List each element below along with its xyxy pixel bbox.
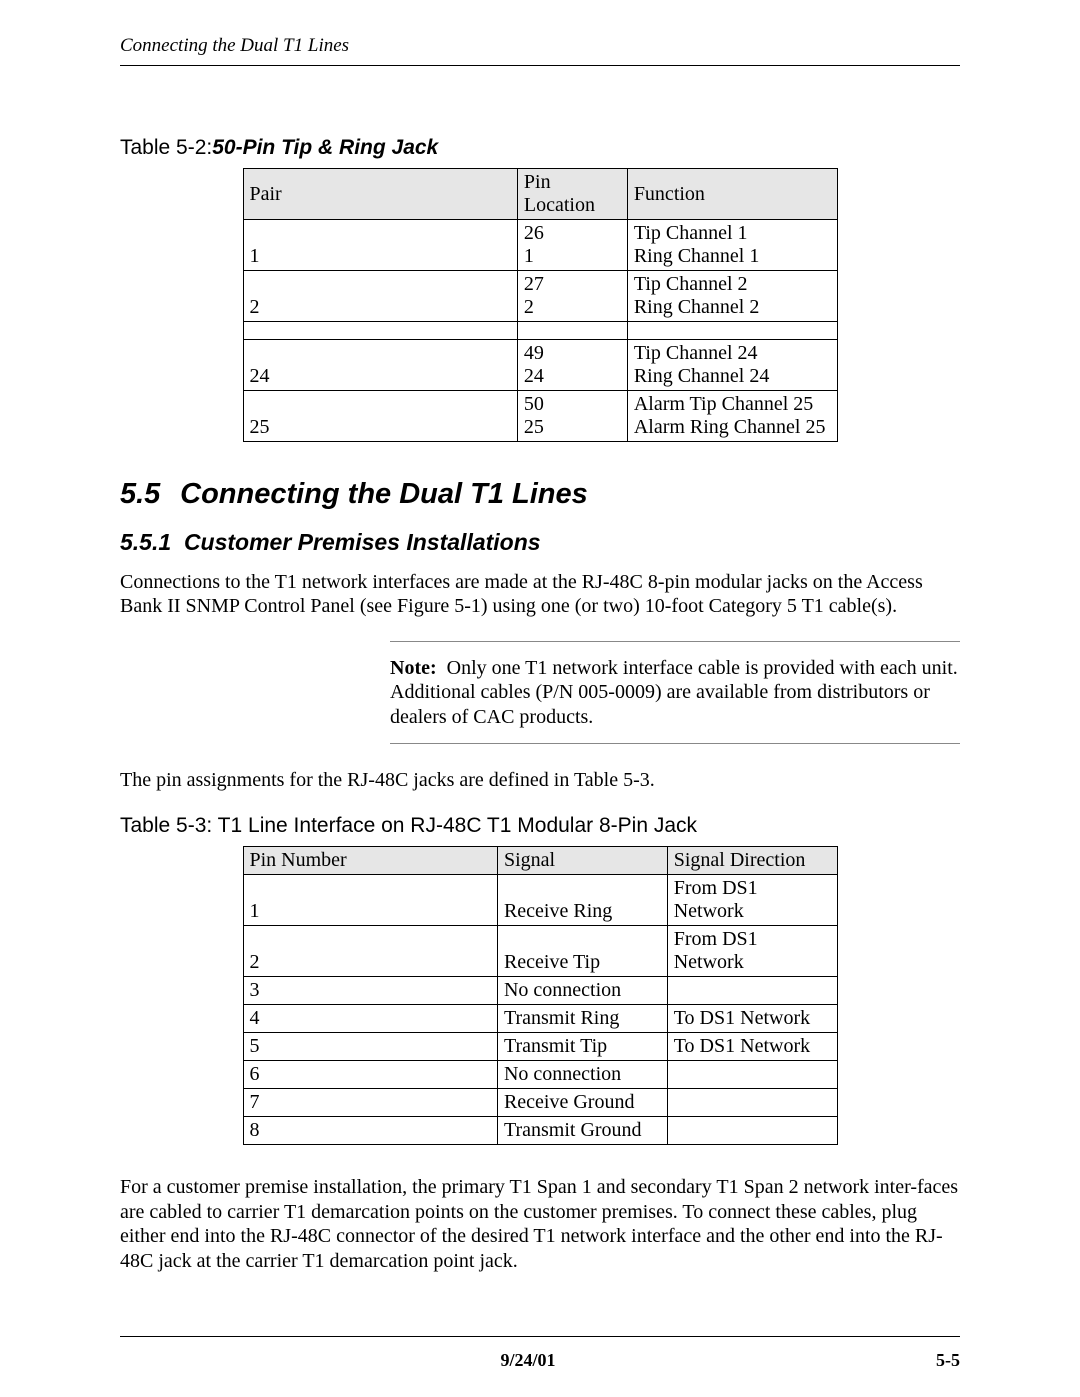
col-header: Function — [627, 169, 837, 220]
table-5-2-title: 50-Pin Tip & Ring Jack — [212, 136, 438, 159]
section-title: Connecting the Dual T1 Lines — [180, 478, 588, 510]
cell: From DS1 Network — [667, 926, 837, 977]
cell — [667, 1061, 837, 1089]
subsection-title: Customer Premises Installations — [184, 529, 541, 555]
cell: 4 — [243, 1005, 497, 1033]
cell: 24 — [524, 365, 544, 387]
rule-note-bottom — [390, 743, 960, 744]
cell: No connection — [497, 977, 667, 1005]
cell: Transmit Ground — [497, 1117, 667, 1145]
table-row: 1Receive RingFrom DS1 Network — [243, 875, 837, 926]
table-row: 2Receive TipFrom DS1 Network — [243, 926, 837, 977]
cell: 6 — [243, 1061, 497, 1089]
table-5-2-caption: Table 5-2:50-Pin Tip & Ring Jack — [120, 136, 960, 160]
body-paragraph: The pin assignments for the RJ-48C jacks… — [120, 768, 960, 792]
subsection-number: 5.5.1 — [120, 529, 171, 555]
cell: 7 — [243, 1089, 497, 1117]
table-5-3: Pin Number Signal Signal Direction 1Rece… — [243, 846, 838, 1145]
cell: From DS1 Network — [667, 875, 837, 926]
table-row: 3No connection — [243, 977, 837, 1005]
note-block: Note: Only one T1 network interface cabl… — [390, 641, 960, 744]
table-row: 4Transmit RingTo DS1 Network — [243, 1005, 837, 1033]
table-row: 1 261 Tip Channel 1Ring Channel 1 — [243, 220, 837, 271]
cell: 2 — [243, 926, 497, 977]
table-row — [243, 322, 837, 340]
table-5-3-title: Table 5-3: T1 Line Interface on RJ-48C T… — [120, 814, 697, 837]
cell: 1 — [250, 245, 260, 267]
cell — [667, 1117, 837, 1145]
table-row: 6No connection — [243, 1061, 837, 1089]
cell: To DS1 Network — [667, 1033, 837, 1061]
cell: 27 — [524, 273, 544, 295]
cell: 1 — [243, 875, 497, 926]
col-header: Signal Direction — [667, 847, 837, 875]
cell: Tip Channel 24 — [634, 342, 758, 364]
cell: Ring Channel 2 — [634, 296, 760, 318]
table-row: 7Receive Ground — [243, 1089, 837, 1117]
cell: Receive Tip — [497, 926, 667, 977]
table-5-3-caption: Table 5-3: T1 Line Interface on RJ-48C T… — [120, 814, 960, 838]
running-header: Connecting the Dual T1 Lines — [120, 35, 960, 57]
cell: Ring Channel 1 — [634, 245, 760, 267]
cell: 5 — [243, 1033, 497, 1061]
footer-page: 5-5 — [936, 1350, 960, 1371]
cell: 2 — [524, 296, 534, 318]
cell: 49 — [524, 342, 544, 364]
note-label: Note: — [390, 657, 437, 679]
cell: 1 — [524, 245, 534, 267]
cell — [667, 977, 837, 1005]
col-header: Pair — [243, 169, 517, 220]
cell: 24 — [250, 365, 270, 387]
note-body: Only one T1 network interface cable is p… — [390, 657, 958, 728]
body-paragraph: For a customer premise installation, the… — [120, 1175, 960, 1273]
cell: Alarm Ring Channel 25 — [634, 416, 826, 438]
cell: 3 — [243, 977, 497, 1005]
cell: Transmit Ring — [497, 1005, 667, 1033]
cell: Receive Ring — [497, 875, 667, 926]
cell: No connection — [497, 1061, 667, 1089]
page-footer: 9/24/01 5-5 — [120, 1350, 960, 1371]
section-number: 5.5 — [120, 478, 164, 511]
table-row: 25 5025 Alarm Tip Channel 25Alarm Ring C… — [243, 391, 837, 442]
table-row: Pair Pin Location Function — [243, 169, 837, 220]
cell: Tip Channel 1 — [634, 222, 748, 244]
rule-bottom — [120, 1336, 960, 1337]
footer-date: 9/24/01 — [500, 1350, 555, 1371]
cell: Tip Channel 2 — [634, 273, 748, 295]
cell: Receive Ground — [497, 1089, 667, 1117]
body-paragraph: Connections to the T1 network interfaces… — [120, 570, 960, 619]
table-row: Pin Number Signal Signal Direction — [243, 847, 837, 875]
cell: 2 — [250, 296, 260, 318]
table-5-2: Pair Pin Location Function 1 261 Tip Cha… — [243, 168, 838, 442]
cell: Ring Channel 24 — [634, 365, 770, 387]
table-row: 24 4924 Tip Channel 24Ring Channel 24 — [243, 340, 837, 391]
cell: Alarm Tip Channel 25 — [634, 393, 813, 415]
col-header: Signal — [497, 847, 667, 875]
cell: 50 — [524, 393, 544, 415]
table-row: 5Transmit TipTo DS1 Network — [243, 1033, 837, 1061]
cell: To DS1 Network — [667, 1005, 837, 1033]
col-header: Pin Location — [517, 169, 627, 220]
section-heading: 5.5 Connecting the Dual T1 Lines — [120, 478, 960, 511]
table-row: 2 272 Tip Channel 2Ring Channel 2 — [243, 271, 837, 322]
subsection-heading: 5.5.1 Customer Premises Installations — [120, 529, 960, 556]
cell: 8 — [243, 1117, 497, 1145]
cell: 25 — [524, 416, 544, 438]
table-row: 8Transmit Ground — [243, 1117, 837, 1145]
rule-top — [120, 65, 960, 66]
cell: 25 — [250, 416, 270, 438]
col-header: Pin Number — [243, 847, 497, 875]
table-5-2-prefix: Table 5-2: — [120, 136, 212, 159]
cell: 26 — [524, 222, 544, 244]
cell: Transmit Tip — [497, 1033, 667, 1061]
cell — [667, 1089, 837, 1117]
